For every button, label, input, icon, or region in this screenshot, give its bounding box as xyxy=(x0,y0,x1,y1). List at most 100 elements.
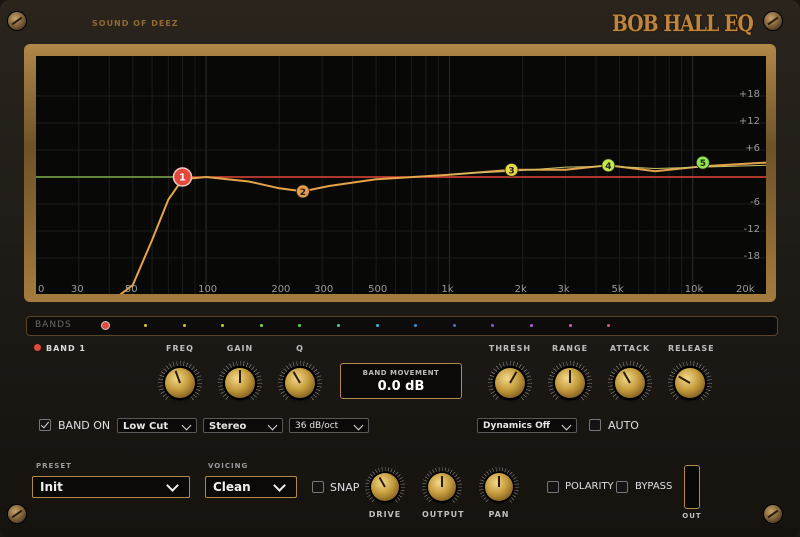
band-slot-dot[interactable] xyxy=(259,324,263,327)
output-meter xyxy=(684,465,700,509)
screw-icon xyxy=(764,505,782,523)
pan-label: PAN xyxy=(488,510,510,519)
band-slot-dot[interactable] xyxy=(182,324,186,327)
eq-node-label: 5 xyxy=(700,159,706,169)
db-axis-label: +18 xyxy=(738,89,760,100)
band-slot-dot[interactable] xyxy=(221,324,225,327)
output-knob[interactable] xyxy=(422,467,462,507)
eq-graph-svg[interactable]: 1 2 3 4 5 xyxy=(36,56,766,294)
preset-label: PRESET xyxy=(36,462,72,470)
band-movement-title: BAND MOVEMENT xyxy=(362,369,440,377)
chevron-down-icon xyxy=(166,479,179,492)
dynamics-select[interactable]: Dynamics Off xyxy=(477,418,577,433)
polarity-checkbox[interactable] xyxy=(547,481,559,493)
snap-checkbox[interactable] xyxy=(312,481,324,493)
preset-select[interactable]: Init xyxy=(32,476,190,498)
eq-node-label: 3 xyxy=(508,166,514,176)
freq-axis-label: 10k xyxy=(684,284,704,294)
eq-response-curve xyxy=(119,161,766,294)
preset-value: Init xyxy=(40,480,63,494)
freq-axis-label: 500 xyxy=(368,284,388,294)
band-slot-dot[interactable] xyxy=(568,324,572,327)
output-label: OUTPUT xyxy=(422,510,465,519)
chevron-down-icon xyxy=(267,420,278,431)
chevron-down-icon xyxy=(561,420,572,431)
db-axis-label: -18 xyxy=(743,251,760,262)
band-slot-dot[interactable] xyxy=(337,324,340,327)
freq-label: FREQ xyxy=(166,344,194,353)
gain-knob[interactable] xyxy=(218,361,262,405)
dynamics-value: Dynamics Off xyxy=(483,421,551,431)
freq-axis-label: 100 xyxy=(198,284,218,294)
freq-axis-label: 200 xyxy=(271,284,291,294)
freq-axis-label: 20k xyxy=(736,284,755,294)
freq-knob[interactable] xyxy=(158,361,202,405)
screw-icon xyxy=(8,505,26,523)
plugin-logo: BOB HALL EQ xyxy=(612,11,754,37)
eq-node-label: 2 xyxy=(300,188,306,198)
drive-label: DRIVE xyxy=(368,510,402,519)
screw-icon xyxy=(8,12,26,30)
slope-value: 36 dB/oct xyxy=(295,421,339,431)
band-movement-display: BAND MOVEMENT 0.0 dB xyxy=(340,363,462,399)
eq-node-label: 4 xyxy=(605,162,611,172)
band-color-dot xyxy=(34,344,41,351)
eq-graph[interactable]: 1 2 3 4 5 0 30 50 100 200 300 500 1k 2k 3k 5k 10k 20k +1… xyxy=(36,56,766,294)
band-movement-value: 0.0 dB xyxy=(377,379,425,394)
band-on-checkbox[interactable] xyxy=(39,419,51,431)
chevron-down-icon xyxy=(353,420,364,431)
freq-axis-label: 50 xyxy=(124,284,138,294)
thresh-knob[interactable] xyxy=(488,361,532,405)
voicing-value: Clean xyxy=(213,480,251,494)
q-label: Q xyxy=(296,344,304,353)
voicing-select[interactable]: Clean xyxy=(205,476,297,498)
band-slot-dot[interactable] xyxy=(452,324,456,327)
band-slot-dot[interactable] xyxy=(298,324,302,327)
range-label: RANGE xyxy=(551,344,589,353)
bypass-label: BYPASS xyxy=(635,481,673,492)
band-slot-dot[interactable] xyxy=(530,324,533,327)
pan-knob[interactable] xyxy=(479,467,519,507)
chevron-down-icon xyxy=(181,420,192,431)
freq-axis-label: 0 xyxy=(38,284,45,294)
chevron-down-icon xyxy=(273,479,286,492)
out-label: OUT xyxy=(682,512,702,520)
auto-checkbox[interactable] xyxy=(589,419,601,431)
eq-plugin-window: SOUND OF DEEZ BOB HALL EQ 1 2 3 4 5 0 30 50 100… xyxy=(0,0,800,537)
db-axis-label: -12 xyxy=(743,224,760,235)
brand-label: SOUND OF DEEZ xyxy=(92,19,179,28)
polarity-label: POLARITY xyxy=(565,481,614,492)
bypass-checkbox[interactable] xyxy=(616,481,628,493)
slope-select[interactable]: 36 dB/oct xyxy=(289,418,369,433)
bands-label: BANDS xyxy=(35,320,72,330)
stereo-mode-select[interactable]: Stereo xyxy=(203,418,283,433)
band-on-label: BAND ON xyxy=(58,419,111,432)
filter-type-value: Low Cut xyxy=(123,421,169,432)
db-axis-label: +6 xyxy=(745,143,760,154)
band-slot-dot[interactable] xyxy=(144,324,147,327)
release-knob[interactable] xyxy=(668,361,712,405)
drive-knob[interactable] xyxy=(365,467,405,507)
filter-type-select[interactable]: Low Cut xyxy=(117,418,197,433)
snap-label: SNAP xyxy=(330,481,360,494)
gain-label: GAIN xyxy=(226,344,254,353)
freq-axis-label: 5k xyxy=(611,284,624,294)
stereo-mode-value: Stereo xyxy=(209,421,247,432)
auto-label: AUTO xyxy=(608,419,639,432)
screw-icon xyxy=(764,12,782,30)
freq-axis-label: 2k xyxy=(514,284,527,294)
freq-axis-label: 1k xyxy=(441,284,454,294)
band-slot-dot[interactable] xyxy=(414,324,418,327)
freq-axis-label: 300 xyxy=(314,284,334,294)
band-slot-dot[interactable] xyxy=(607,324,611,327)
band-slot-dot[interactable] xyxy=(491,324,495,327)
selected-band-indicator[interactable] xyxy=(101,321,110,330)
attack-knob[interactable] xyxy=(608,361,652,405)
bands-strip[interactable]: BANDS xyxy=(26,316,778,336)
band-selected-label: BAND 1 xyxy=(46,344,86,353)
db-axis-label: -6 xyxy=(750,197,760,208)
thresh-label: THRESH xyxy=(488,344,532,353)
band-slot-dot[interactable] xyxy=(375,324,379,327)
range-knob[interactable] xyxy=(548,361,592,405)
q-knob[interactable] xyxy=(278,361,322,405)
